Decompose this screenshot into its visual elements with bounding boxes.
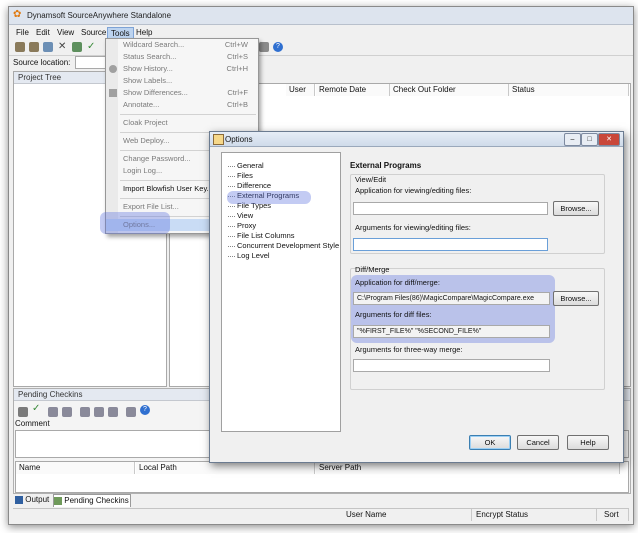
- checkmark-icon[interactable]: ✓: [32, 403, 40, 414]
- view-edit-args-label: Arguments for viewing/editing files:: [355, 223, 471, 232]
- output-icon: [15, 495, 23, 504]
- browse-diff-merge-button[interactable]: Browse...: [553, 291, 599, 306]
- column-server-path[interactable]: Server Path: [316, 462, 620, 474]
- menu-source[interactable]: Source: [78, 27, 109, 38]
- minimize-icon[interactable]: –: [564, 133, 581, 146]
- tab-pending-checkins[interactable]: Pending Checkins: [53, 494, 131, 507]
- diff-merge-app-label: Application for diff/merge:: [355, 278, 440, 287]
- history-icon: [109, 65, 117, 73]
- compare-icon[interactable]: [48, 407, 58, 417]
- check-out-icon[interactable]: [29, 42, 39, 52]
- view-edit-args-field[interactable]: [353, 238, 548, 251]
- view-edit-app-field[interactable]: [353, 202, 548, 215]
- diff-merge-group: Diff/Merge Application for diff/merge: C…: [350, 265, 605, 390]
- checkin-icon[interactable]: [18, 407, 28, 417]
- tree-item-general[interactable]: General: [228, 161, 264, 171]
- view-edit-legend: View/Edit: [355, 175, 387, 184]
- menu-file[interactable]: File: [13, 27, 32, 38]
- menu-item-status-search[interactable]: Status Search... Ctrl+S: [106, 51, 258, 63]
- help-icon[interactable]: ?: [273, 42, 283, 52]
- get-latest-icon[interactable]: [15, 42, 25, 52]
- help-icon[interactable]: ?: [140, 405, 150, 415]
- view-edit-app-label: Application for viewing/editing files:: [355, 186, 472, 195]
- menu-item-annotate[interactable]: Annotate... Ctrl+B: [106, 99, 258, 111]
- diff-merge-app-field[interactable]: C:\Program Files(86)\MagicCompare\MagicC…: [353, 292, 550, 305]
- column-user[interactable]: User: [286, 84, 315, 96]
- diff-args-field[interactable]: "%FIRST_FILE%" "%SECOND_FILE%": [353, 325, 550, 338]
- diff-icon: [109, 89, 117, 97]
- status-bar: User Name Encrypt Status Sort: [13, 508, 629, 521]
- menu-bar: File Edit View Source Tools Help: [9, 25, 633, 40]
- help-button[interactable]: Help: [567, 435, 609, 450]
- options-dialog-titlebar: Options – □ ✕: [210, 132, 623, 147]
- column-user-name[interactable]: User Name: [343, 509, 472, 521]
- options-menu-highlight: [100, 212, 170, 234]
- column-sort[interactable]: Sort: [601, 509, 629, 521]
- browse-view-edit-button[interactable]: Browse...: [553, 201, 599, 216]
- properties-icon[interactable]: [126, 407, 136, 417]
- options-dialog: Options – □ ✕ General Files Difference E…: [209, 131, 624, 463]
- source-location-label: Source location:: [13, 58, 71, 67]
- window-title: Dynamsoft SourceAnywhere Standalone: [27, 11, 172, 20]
- close-icon[interactable]: ✕: [598, 133, 620, 146]
- toolbar: ✕ ✓ ?: [9, 40, 633, 56]
- history-icon[interactable]: [80, 407, 90, 417]
- menu-item-show-history[interactable]: Show History... Ctrl+H: [106, 63, 258, 75]
- undo-checkout-icon[interactable]: [72, 42, 82, 52]
- three-way-merge-field[interactable]: [353, 359, 550, 372]
- maximize-icon[interactable]: □: [581, 133, 598, 146]
- delete-icon[interactable]: ✕: [58, 41, 66, 52]
- section-title: External Programs: [350, 161, 422, 170]
- tree-item-proxy[interactable]: Proxy: [228, 221, 256, 231]
- options-icon: [213, 134, 224, 145]
- menu-item-wildcard-search[interactable]: Wildcard Search... Ctrl+W: [106, 39, 258, 51]
- refresh-icon[interactable]: [108, 407, 118, 417]
- menu-item-show-differences[interactable]: Show Differences... Ctrl+F: [106, 87, 258, 99]
- pending-list[interactable]: Name Local Path Server Path: [15, 461, 629, 493]
- pending-toolbar: ✓ ?: [18, 403, 218, 417]
- column-local-path[interactable]: Local Path: [136, 462, 315, 474]
- diff-args-label: Arguments for diff files:: [355, 310, 432, 319]
- menu-item-show-labels[interactable]: Show Labels...: [106, 75, 258, 87]
- tree-item-files[interactable]: Files: [228, 171, 253, 181]
- column-name[interactable]: Name: [16, 462, 135, 474]
- column-status[interactable]: Status: [509, 84, 629, 96]
- title-bar: ✿ Dynamsoft SourceAnywhere Standalone: [9, 7, 633, 25]
- view-edit-group: View/Edit Application for viewing/editin…: [350, 174, 605, 254]
- source-location-bar: Source location:: [9, 55, 633, 69]
- menu-separator: [120, 114, 256, 115]
- tab-pending-checkins-label: Pending Checkins: [64, 496, 129, 505]
- checkmark-icon[interactable]: ✓: [87, 41, 95, 52]
- menu-view[interactable]: View: [54, 27, 77, 38]
- tree-item-file-list-columns[interactable]: File List Columns: [228, 231, 295, 241]
- app-logo-icon: ✿: [13, 9, 22, 20]
- column-remote-date[interactable]: Remote Date: [316, 84, 390, 96]
- column-check-out-folder[interactable]: Check Out Folder: [390, 84, 509, 96]
- cancel-button[interactable]: Cancel: [517, 435, 559, 450]
- search-icon[interactable]: [94, 407, 104, 417]
- pending-checkins-icon: [54, 496, 62, 505]
- external-programs-highlight: [227, 191, 311, 204]
- tab-output-label: Output: [25, 495, 50, 504]
- diff-merge-legend: Diff/Merge: [355, 265, 390, 274]
- tree-item-log-level[interactable]: Log Level: [228, 251, 270, 261]
- ok-button[interactable]: OK: [469, 435, 511, 450]
- menu-item-cloak-project[interactable]: Cloak Project: [106, 117, 258, 129]
- properties-icon[interactable]: [259, 42, 269, 52]
- tree-item-difference[interactable]: Difference: [228, 181, 271, 191]
- column-encrypt-status[interactable]: Encrypt Status: [473, 509, 597, 521]
- tab-output[interactable]: Output: [15, 494, 51, 506]
- options-dialog-title: Options: [225, 135, 253, 144]
- tree-item-view[interactable]: View: [228, 211, 253, 221]
- menu-help[interactable]: Help: [133, 27, 155, 38]
- comment-label: Comment: [15, 419, 50, 428]
- diff-icon[interactable]: [62, 407, 72, 417]
- three-way-merge-label: Arguments for three-way merge:: [355, 345, 463, 354]
- tree-item-concurrent-development-style[interactable]: Concurrent Development Style: [228, 241, 339, 251]
- check-in-icon[interactable]: [43, 42, 53, 52]
- menu-edit[interactable]: Edit: [33, 27, 53, 38]
